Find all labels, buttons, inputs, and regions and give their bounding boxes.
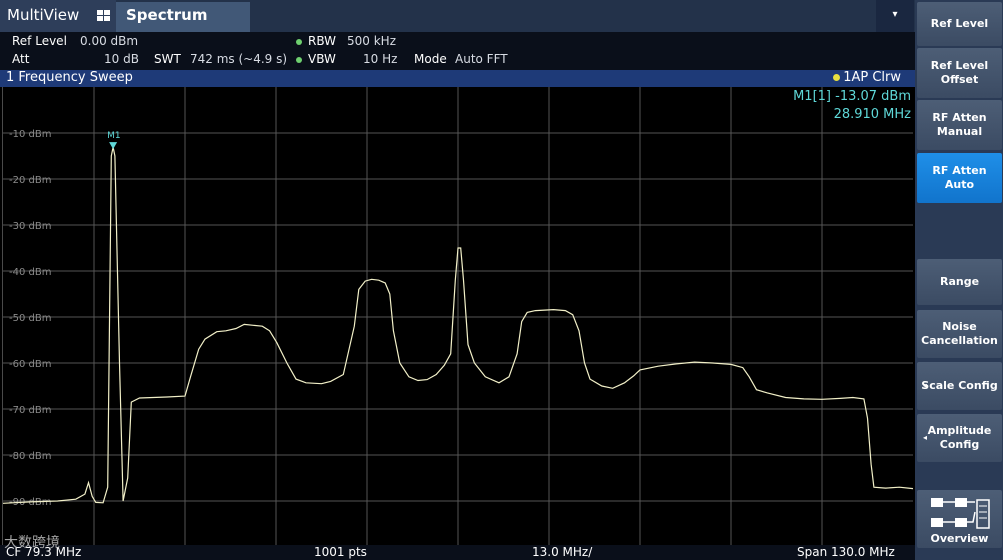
overview-button[interactable]: Overview xyxy=(917,490,1002,548)
submenu-arrow-icon: ◂ xyxy=(923,433,928,442)
marker-label: M1 xyxy=(107,131,121,141)
sweep-header: 1 Frequency Sweep 1AP Clrw xyxy=(0,70,915,87)
att-value: 10 dB xyxy=(104,52,139,66)
title-bar: MultiView Spectrum ▾ xyxy=(0,0,915,32)
ref-level-offset-button[interactable]: Ref Level Offset xyxy=(917,48,1002,98)
spectrum-graph: -10 dBm -20 dBm -30 dBm -40 dBm -50 dBm -60 d… xyxy=(3,87,914,545)
y-axis-tick-label: -50 dBm xyxy=(9,313,51,324)
y-axis-tick-label: -40 dBm xyxy=(9,267,51,278)
marker-readout-frequency: 28.910 MHz xyxy=(833,107,911,122)
sweep-title: 1 Frequency Sweep xyxy=(6,70,133,85)
frequency-per-division: 13.0 MHz/ xyxy=(532,545,593,559)
y-axis-tick-label: -20 dBm xyxy=(9,175,51,186)
marker-readout-level: M1[1] -13.07 dBm xyxy=(793,89,911,104)
amplitude-config-button[interactable]: ◂ Amplitude Config xyxy=(917,414,1002,462)
mode-label: Mode xyxy=(414,52,447,66)
multiview-grid-icon xyxy=(97,10,111,22)
y-axis-tick-label: -10 dBm xyxy=(9,129,51,140)
vbw-value: 10 Hz xyxy=(363,52,398,66)
vbw-label: VBW xyxy=(296,52,336,66)
tab-multiview-label: MultiView xyxy=(7,6,80,24)
rf-atten-manual-button[interactable]: RF Atten Manual xyxy=(917,100,1002,150)
ref-level-label: Ref Level xyxy=(12,34,67,48)
mode-value: Auto FFT xyxy=(455,52,508,66)
att-label: Att xyxy=(12,52,30,66)
softkey-panel: Ref Level Ref Level Offset RF Atten Manu… xyxy=(915,0,1003,560)
rf-atten-auto-button[interactable]: RF Atten Auto xyxy=(917,153,1002,203)
status-footer: CF 79.3 MHz 1001 pts 13.0 MHz/ Span 130.… xyxy=(0,545,915,560)
trace-status: 1AP Clrw xyxy=(833,70,901,85)
vbw-status-dot xyxy=(296,56,302,63)
chevron-down-icon[interactable]: ▾ xyxy=(876,0,914,32)
submenu-arrow-icon: ◂ xyxy=(923,381,928,390)
marker-triangle-icon xyxy=(109,142,118,150)
tab-spectrum[interactable]: Spectrum xyxy=(116,2,250,32)
tab-spectrum-label: Spectrum xyxy=(126,6,208,24)
parameter-header: Ref Level 0.00 dBm Att 10 dB SWT 742 ms … xyxy=(0,32,915,70)
y-axis-tick-label: -80 dBm xyxy=(9,451,51,462)
scale-config-button[interactable]: ◂ Scale Config xyxy=(917,362,1002,410)
ref-level-value: 0.00 dBm xyxy=(80,34,139,48)
ref-level-button[interactable]: Ref Level xyxy=(917,2,1002,46)
y-axis-tick-label: -70 dBm xyxy=(9,405,51,416)
swt-label: SWT xyxy=(154,52,181,66)
overview-label: Overview xyxy=(930,532,989,545)
rbw-status-dot xyxy=(296,38,302,45)
frequency-span: Span 130.0 MHz xyxy=(797,545,895,559)
tab-multiview[interactable]: MultiView xyxy=(0,0,116,32)
range-button[interactable]: Range xyxy=(917,259,1002,305)
watermark-logo: 大数跨境 xyxy=(4,535,60,551)
y-axis-tick-label: -60 dBm xyxy=(9,359,51,370)
trace-dot-icon xyxy=(833,74,841,81)
y-axis-tick-label: -30 dBm xyxy=(9,221,51,232)
noise-cancellation-button[interactable]: Noise Cancellation xyxy=(917,310,1002,358)
rbw-value: 500 kHz xyxy=(347,34,396,48)
sweep-points: 1001 pts xyxy=(314,545,367,559)
block-diagram-icon xyxy=(931,498,990,529)
empty-softkey xyxy=(917,205,1002,257)
swt-value: 742 ms (~4.9 s) xyxy=(190,52,288,66)
spectrum-plot[interactable]: -10 dBm -20 dBm -30 dBm -40 dBm -50 dBm -60 d… xyxy=(2,87,915,545)
rbw-label: RBW xyxy=(296,34,336,48)
